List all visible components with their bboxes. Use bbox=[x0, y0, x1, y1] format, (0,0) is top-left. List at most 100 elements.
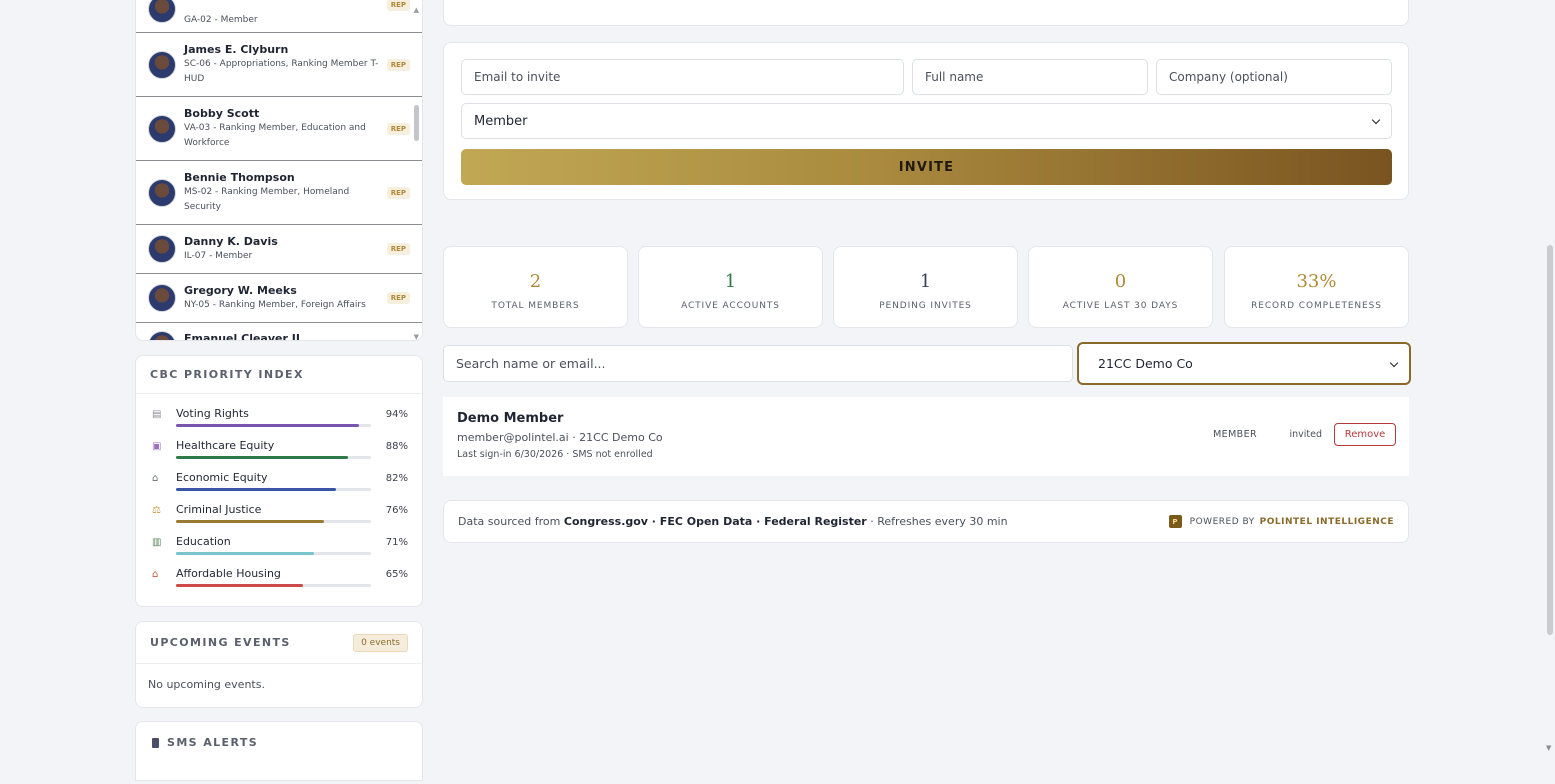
company-select-value: 21CC Demo Co bbox=[1098, 356, 1193, 371]
stat-value: 1 bbox=[724, 271, 737, 292]
role-select[interactable]: Member bbox=[461, 103, 1392, 139]
scroll-down-icon[interactable]: ▼ bbox=[414, 333, 419, 340]
member-sub: SC-06 - Appropriations, Ranking Member T… bbox=[184, 59, 379, 84]
list-item[interactable]: James E. Clyburn SC-06 - Appropriations,… bbox=[136, 33, 422, 97]
top-card bbox=[443, 0, 1409, 26]
card-title: SMS ALERTS bbox=[167, 736, 259, 749]
priority-list: ▤ Voting Rights 94% ▣ Healthcare Equity … bbox=[136, 394, 422, 599]
list-item[interactable]: Gregory W. Meeks NY-05 - Ranking Member,… bbox=[136, 274, 422, 323]
role-select-value: Member bbox=[474, 113, 528, 129]
priority-percent: 82% bbox=[385, 473, 408, 484]
brand-name: POLINTEL INTELLIGENCE bbox=[1259, 516, 1394, 527]
chevron-down-icon bbox=[1389, 358, 1399, 367]
stat-active-30-days: 0 ACTIVE LAST 30 DAYS bbox=[1028, 246, 1213, 328]
member-status: invited bbox=[1289, 429, 1322, 440]
empty-events-text: No upcoming events. bbox=[148, 678, 265, 691]
scroll-up-icon[interactable]: ▲ bbox=[414, 6, 419, 14]
phone-icon bbox=[152, 737, 159, 748]
chevron-down-icon bbox=[1371, 115, 1381, 125]
invite-button[interactable]: INVITE bbox=[461, 149, 1392, 185]
data-sources-footer: Data sourced from Congress.gov · FEC Ope… bbox=[443, 500, 1409, 543]
search-input[interactable]: Search name or email... bbox=[443, 345, 1073, 382]
member-sub: MS-02 - Ranking Member, Homeland Securit… bbox=[184, 187, 350, 212]
card-title: CBC PRIORITY INDEX bbox=[150, 368, 304, 381]
list-item[interactable]: Bennie Thompson MS-02 - Ranking Member, … bbox=[136, 161, 422, 225]
events-count-badge: 0 events bbox=[353, 633, 408, 652]
party-badge: REP bbox=[386, 122, 410, 135]
avatar bbox=[148, 0, 176, 23]
stat-value: 1 bbox=[919, 271, 932, 292]
priority-track bbox=[176, 552, 371, 555]
priority-item: ⌂ Economic Equity 82% bbox=[136, 471, 422, 503]
bank-icon: ⌂ bbox=[152, 473, 159, 484]
list-item[interactable]: Danny K. Davis IL-07 - Member REP bbox=[136, 225, 422, 274]
house-icon: ⌂ bbox=[152, 569, 159, 580]
sms-alerts-card: SMS ALERTS bbox=[135, 721, 423, 781]
stat-label: PENDING INVITES bbox=[879, 301, 972, 311]
priority-item: ▥ Education 71% bbox=[136, 535, 422, 567]
email-field[interactable]: Email to invite bbox=[461, 59, 904, 95]
priority-item: ▤ Voting Rights 94% bbox=[136, 407, 422, 439]
member-sub: IL-07 - Member bbox=[184, 251, 253, 261]
stat-value: 33% bbox=[1296, 271, 1337, 292]
company-field[interactable]: Company (optional) bbox=[1156, 59, 1392, 95]
priority-main: Voting Rights bbox=[176, 407, 371, 427]
party-badge: REP bbox=[386, 186, 410, 199]
party-badge: REP bbox=[386, 292, 410, 304]
ballot-icon: ▤ bbox=[152, 409, 162, 420]
company-select[interactable]: 21CC Demo Co bbox=[1077, 342, 1411, 385]
priority-percent: 88% bbox=[385, 441, 408, 452]
member-name: Danny K. Davis bbox=[184, 235, 278, 248]
member-info: Bennie Thompson MS-02 - Ranking Member, … bbox=[184, 170, 381, 215]
member-sub: GA-02 - Member bbox=[184, 15, 258, 25]
full-name-field[interactable]: Full name bbox=[912, 59, 1148, 95]
priority-bar bbox=[176, 488, 336, 491]
avatar bbox=[148, 114, 176, 143]
list-item[interactable]: Bobby Scott VA-03 - Ranking Member, Educ… bbox=[136, 97, 422, 161]
stat-label: ACTIVE ACCOUNTS bbox=[681, 301, 780, 311]
remove-button[interactable]: Remove bbox=[1334, 423, 1396, 446]
member-row: Demo Member member@polintel.ai · 21CC De… bbox=[443, 397, 1409, 476]
priority-track bbox=[176, 488, 371, 491]
card-header: UPCOMING EVENTS 0 events bbox=[136, 622, 422, 664]
page-scrollbar-thumb[interactable] bbox=[1547, 245, 1553, 635]
member-info: James E. Clyburn SC-06 - Appropriations,… bbox=[184, 42, 381, 87]
member-info: Bobby Scott VA-03 - Ranking Member, Educ… bbox=[184, 106, 381, 151]
scroll-down-icon[interactable]: ▼ bbox=[1546, 744, 1551, 752]
footer-sources: Congress.gov · FEC Open Data · Federal R… bbox=[563, 515, 867, 528]
member-name: Emanuel Cleaver II bbox=[184, 332, 300, 341]
polintel-logo-icon: P bbox=[1168, 515, 1182, 528]
scrollbar-thumb[interactable] bbox=[414, 105, 419, 141]
priority-bar bbox=[176, 584, 303, 587]
priority-item: ⚖ Criminal Justice 76% bbox=[136, 503, 422, 535]
stat-pending-invites: 1 PENDING INVITES bbox=[833, 246, 1018, 328]
priority-label: Education bbox=[176, 535, 231, 548]
card-header: SMS ALERTS bbox=[136, 722, 422, 763]
member-info: Emanuel Cleaver II bbox=[184, 331, 410, 341]
priority-label: Criminal Justice bbox=[176, 503, 262, 516]
footer-prefix: Data sourced from bbox=[458, 515, 561, 528]
card-title: UPCOMING EVENTS bbox=[150, 636, 291, 649]
stat-label: RECORD COMPLETENESS bbox=[1251, 301, 1382, 311]
member-email: member@polintel.ai · 21CC Demo Co bbox=[457, 431, 663, 444]
scales-icon: ⚖ bbox=[152, 505, 161, 516]
priority-label: Healthcare Equity bbox=[176, 439, 275, 452]
priority-bar bbox=[176, 552, 315, 555]
avatar bbox=[148, 331, 176, 340]
avatar bbox=[148, 235, 176, 263]
member-list[interactable]: GA-02 - Member REP James E. Clyburn SC-0… bbox=[135, 0, 423, 341]
priority-label: Economic Equity bbox=[176, 471, 268, 484]
priority-percent: 94% bbox=[385, 409, 408, 420]
priority-percent: 65% bbox=[385, 569, 408, 580]
stat-record-completeness: 33% RECORD COMPLETENESS bbox=[1224, 246, 1409, 328]
member-sub: NY-05 - Ranking Member, Foreign Affairs bbox=[184, 300, 366, 310]
list-item[interactable]: Emanuel Cleaver II bbox=[136, 323, 422, 341]
party-badge: REP bbox=[386, 58, 410, 71]
party-badge: REP bbox=[386, 0, 410, 11]
priority-track bbox=[176, 424, 371, 427]
member-name: Gregory W. Meeks bbox=[184, 284, 297, 297]
priority-item: ⌂ Affordable Housing 65% bbox=[136, 567, 422, 599]
list-item[interactable]: GA-02 - Member REP bbox=[136, 0, 422, 33]
powered-by-label: POWERED BY bbox=[1189, 516, 1255, 527]
member-name: James E. Clyburn bbox=[184, 43, 289, 56]
